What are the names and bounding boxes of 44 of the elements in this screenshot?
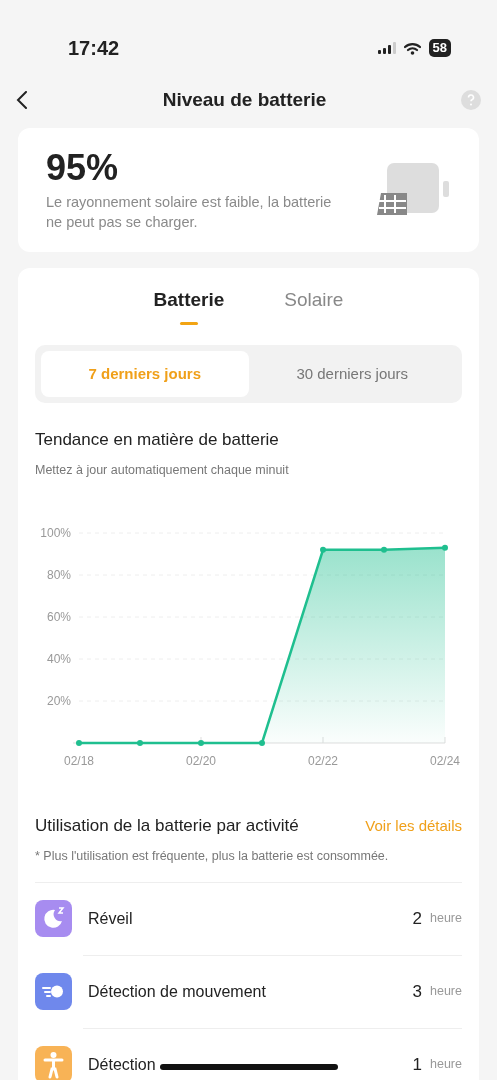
activity-name: Détection de mouvement [88,981,266,1002]
activity-hours: 1 [412,1053,422,1076]
page-title: Niveau de batterie [162,87,327,112]
footnote: * Plus l'utilisation est fréquente, plus la batterie est consommée. [35,846,462,883]
tab[interactable]: Solaire [284,286,344,321]
battery-level: 58 [428,39,451,57]
x-axis-label: 02/22 [308,754,338,769]
help-icon[interactable] [461,90,481,110]
x-axis-label: 02/18 [64,754,94,769]
section-title: Utilisation de la batterie par activité [35,815,299,838]
activity-name: Détection [88,1054,156,1075]
data-point [198,740,204,747]
battery-percent: 95% [46,148,120,188]
data-point [320,547,326,554]
section-subtitle: Mettez à jour automatiquement chaque minuit [35,461,290,479]
details-link[interactable]: Voir les détails [365,814,462,838]
wifi-icon [403,41,421,55]
home-indicator[interactable] [160,1064,338,1070]
x-axis-label: 02/20 [186,754,216,769]
hours-unit: heure [430,910,462,928]
y-axis-label: 20% [46,694,71,709]
activity-hours: 2 [412,907,422,930]
period-option[interactable]: 7 derniers jours [41,350,249,398]
y-axis-label: 40% [46,652,71,667]
hours-unit: heure [430,983,462,1001]
back-icon[interactable] [16,91,28,109]
period-option[interactable]: 30 derniers jours [248,350,456,398]
section-title: Tendance en matière de batterie [35,429,280,452]
data-point [259,740,265,747]
x-axis-label: 02/24 [430,754,460,769]
hours-unit: heure [430,1056,462,1074]
y-axis-label: 100% [40,526,71,541]
data-point [381,547,387,554]
status-message: Le rayonnement solaire est faible, la batterie ne peut pas se charger. [46,192,333,232]
y-axis-label: 60% [46,610,71,625]
activity-name: Réveil [88,908,133,929]
data-point [442,545,448,552]
status-time: 17:42 [68,36,120,61]
activity-hours: 3 [412,980,422,1003]
data-point [76,740,82,747]
signal-icon [377,42,396,54]
device-icon [375,163,451,218]
y-axis-label: 80% [46,568,71,583]
data-point [137,740,143,747]
